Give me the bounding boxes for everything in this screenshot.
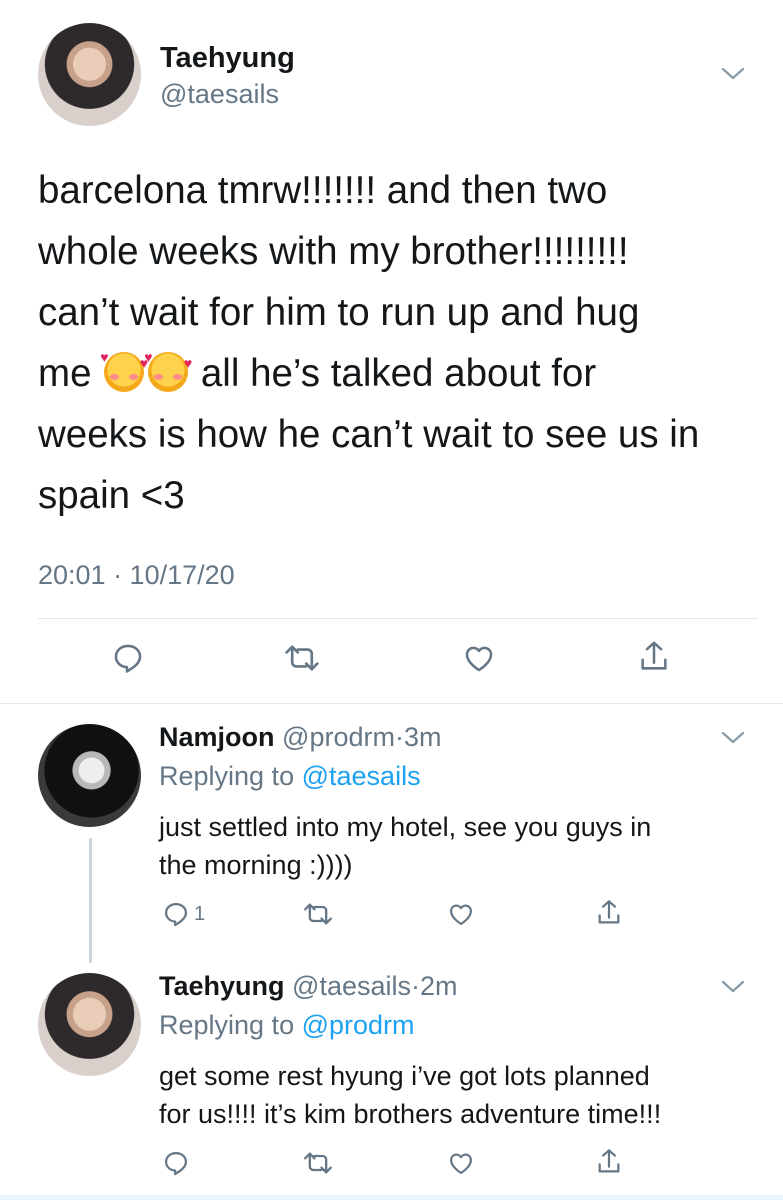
smiling-face-with-hearts-icon: ♥ ♥ (144, 350, 192, 392)
replying-label: Replying to (159, 1010, 295, 1040)
chevron-down-icon[interactable] (720, 979, 746, 995)
reply-button[interactable] (162, 1149, 190, 1177)
handle[interactable]: @prodrm (282, 722, 395, 752)
reply-icon (164, 1151, 188, 1176)
share-button[interactable] (595, 1146, 623, 1178)
like-button[interactable] (461, 641, 497, 675)
avatar[interactable] (38, 724, 141, 827)
tweet-line: weeks is how he can’t wait to see us in (38, 413, 700, 456)
time-ago[interactable]: 2m (420, 971, 458, 1001)
reply-icon (164, 902, 188, 927)
retweet-icon (304, 1152, 332, 1174)
display-name[interactable]: Namjoon (159, 722, 275, 752)
tweet-word: me (38, 352, 92, 395)
handle[interactable]: @taesails (160, 79, 279, 110)
retweet-icon (285, 645, 319, 671)
divider (38, 618, 758, 619)
display-name[interactable]: Taehyung (160, 42, 295, 75)
mention-link[interactable]: @taesails (302, 761, 421, 791)
reply-text: just settled into my hotel, see you guys… (159, 808, 759, 884)
tweet-word: all he’s talked about for (200, 352, 597, 395)
reply-header: Namjoon @prodrm·3m (159, 722, 441, 753)
tweet-timestamp[interactable]: 20:01 · 10/17/20 (38, 560, 235, 591)
reply-button[interactable] (111, 641, 145, 675)
like-icon (449, 904, 473, 926)
retweet-button[interactable] (281, 641, 323, 675)
tweet-line: whole weeks with my brother!!!!!!!!! (38, 230, 629, 273)
reply-line: for us!!!! it’s kim brothers adventure t… (159, 1099, 662, 1129)
separator: · (411, 971, 420, 1001)
time-ago[interactable]: 3m (404, 722, 442, 752)
share-button[interactable] (595, 897, 623, 929)
display-name[interactable]: Taehyung (159, 971, 285, 1001)
retweet-icon (304, 903, 332, 925)
reply-count: 1 (194, 902, 206, 925)
share-icon (641, 641, 667, 670)
reply-button[interactable]: 1 (162, 900, 205, 928)
reply-header: Taehyung @taesails·2m (159, 971, 458, 1002)
chevron-down-icon[interactable] (720, 730, 746, 746)
tweet-line: me ♥ ♥ ♥ ♥ all he’s talked about for (38, 343, 758, 404)
avatar[interactable] (38, 973, 141, 1076)
tweet-text: barcelona tmrw!!!!!!! and then two whole… (38, 160, 758, 526)
like-button[interactable] (446, 900, 476, 928)
reply-line: just settled into my hotel, see you guys… (159, 812, 652, 842)
replying-to: Replying to @taesails (159, 761, 421, 792)
share-button[interactable] (637, 638, 671, 676)
thread-connector (89, 838, 92, 963)
bottom-bar (0, 1195, 783, 1200)
share-icon (598, 900, 620, 924)
retweet-button[interactable] (300, 900, 336, 928)
like-icon (465, 646, 493, 672)
mention-link[interactable]: @prodrm (302, 1010, 415, 1040)
like-button[interactable] (446, 1149, 476, 1177)
separator: · (394, 722, 404, 752)
avatar[interactable] (38, 23, 141, 126)
replying-to: Replying to @prodrm (159, 1010, 415, 1041)
share-icon (598, 1149, 620, 1173)
reply-icon (114, 644, 142, 673)
like-icon (449, 1153, 473, 1175)
tweet-line: can’t wait for him to run up and hug (38, 291, 640, 334)
divider (0, 703, 783, 704)
smiling-face-with-hearts-icon: ♥ ♥ (100, 350, 148, 392)
reply-line: get some rest hyung i’ve got lots planne… (159, 1061, 650, 1091)
replying-label: Replying to (159, 761, 295, 791)
main-tweet: Taehyung @taesails barcelona tmrw!!!!!!!… (0, 0, 783, 703)
reply-line: the morning :)))) (159, 850, 353, 880)
tweet-line: barcelona tmrw!!!!!!! and then two (38, 169, 608, 212)
reply-text: get some rest hyung i’ve got lots planne… (159, 1057, 759, 1133)
tweet-line: spain <3 (38, 474, 185, 517)
chevron-down-icon[interactable] (720, 66, 746, 82)
retweet-button[interactable] (300, 1149, 336, 1177)
handle[interactable]: @taesails (292, 971, 411, 1001)
